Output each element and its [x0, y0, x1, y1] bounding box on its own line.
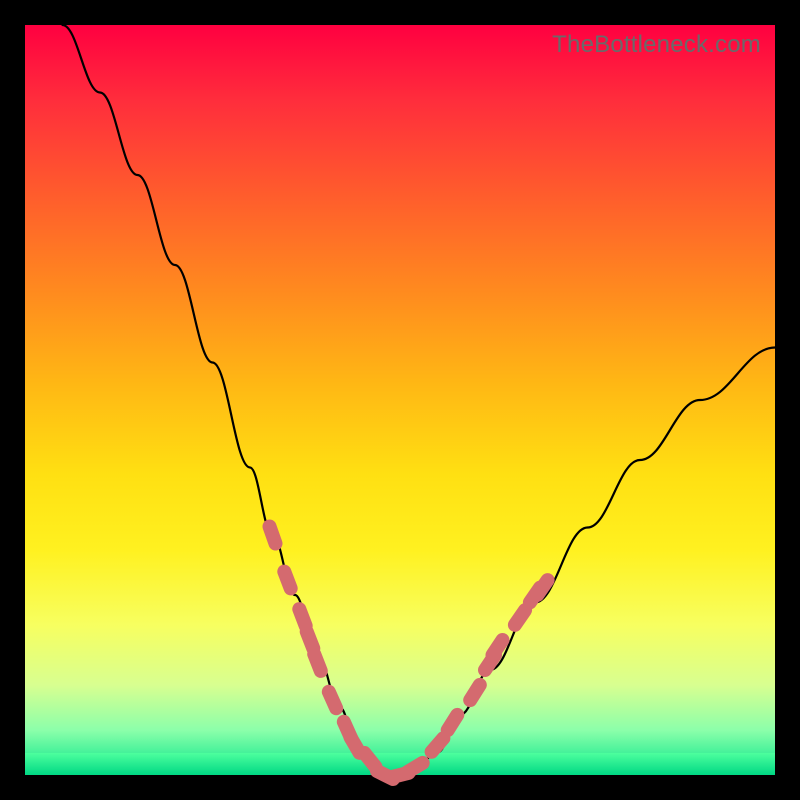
curve-marker: [314, 654, 321, 671]
curve-marker: [448, 715, 458, 730]
curve-marker: [432, 738, 444, 752]
curve-marker: [493, 640, 503, 655]
curve-svg: [25, 25, 775, 775]
curve-marker: [407, 763, 422, 772]
curve-marker: [284, 572, 290, 589]
bottleneck-curve: [63, 25, 776, 775]
curve-marker: [299, 609, 305, 626]
curve-marker: [537, 580, 547, 595]
curve-marker: [329, 692, 336, 708]
chart-area: TheBottleneck.com: [25, 25, 775, 775]
curve-marker: [307, 632, 314, 649]
curve-marker: [470, 685, 480, 700]
curve-marker: [270, 527, 276, 544]
curve-marker: [515, 610, 525, 625]
watermark-label: TheBottleneck.com: [552, 31, 761, 59]
